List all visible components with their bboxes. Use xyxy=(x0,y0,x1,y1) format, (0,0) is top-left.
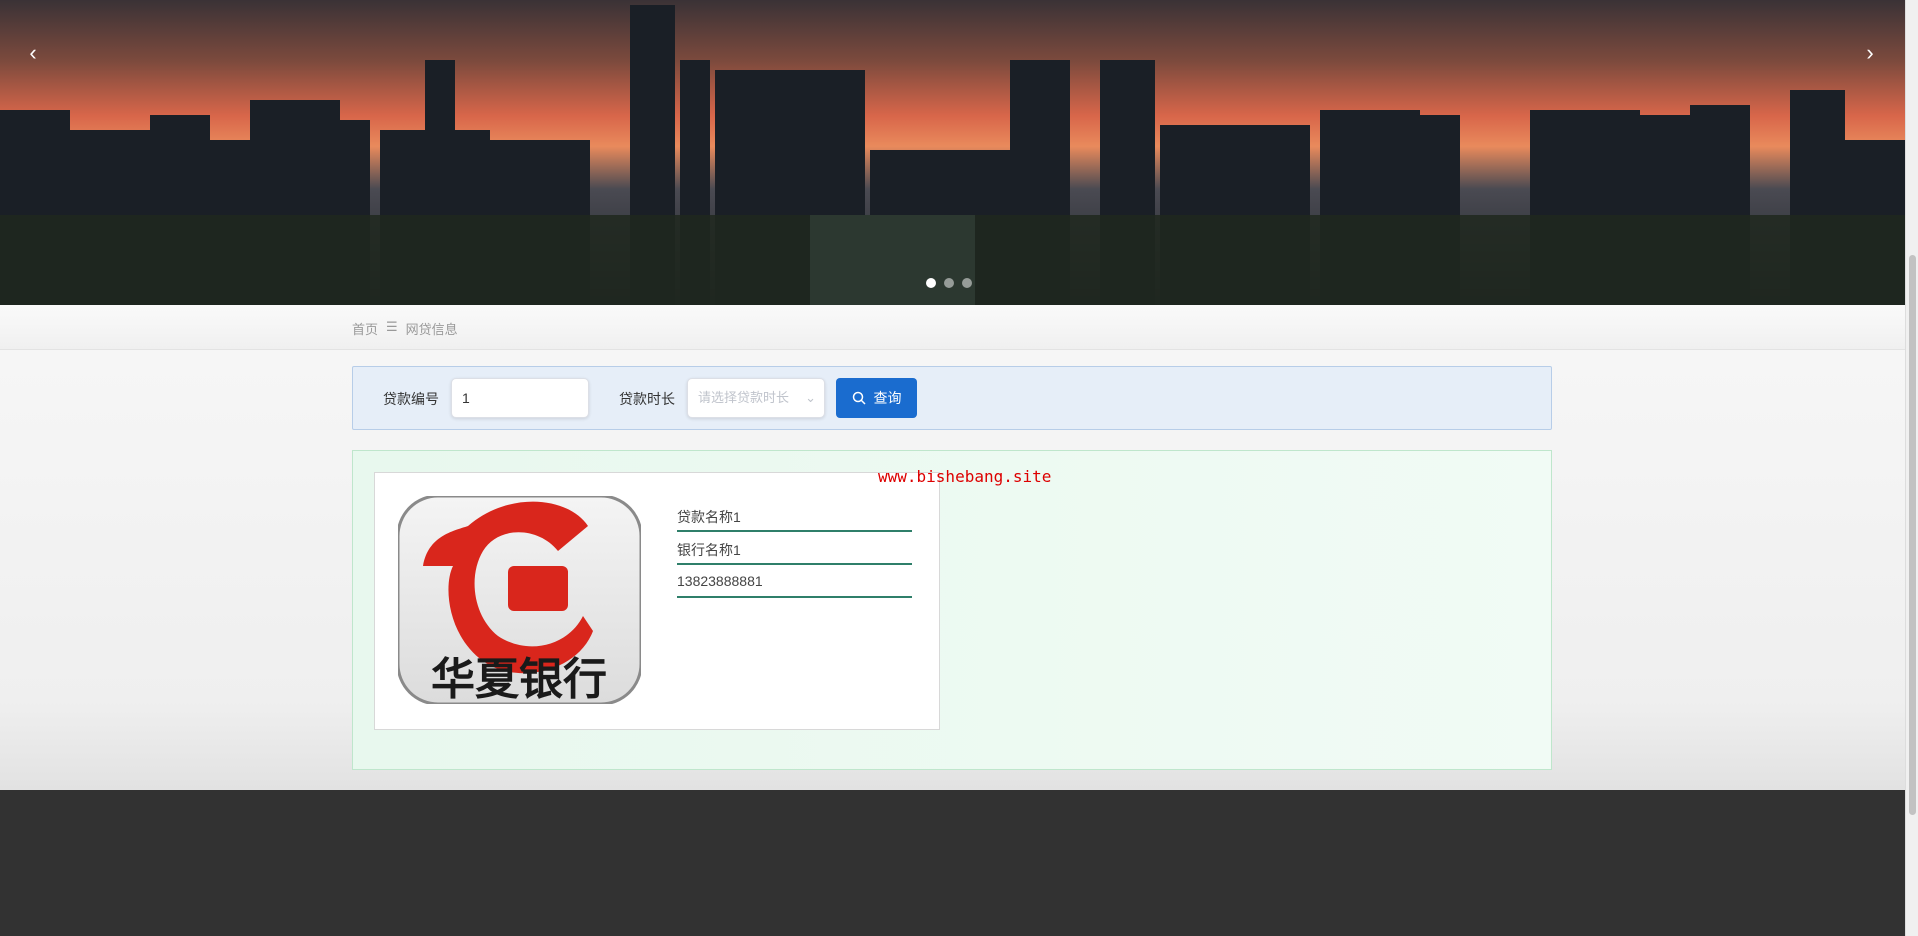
carousel-dot[interactable] xyxy=(944,278,954,288)
scrollbar-thumb[interactable] xyxy=(1909,255,1916,815)
city-skyline-image xyxy=(0,5,1905,305)
breadcrumb-bar: 首页 ☰ 网贷信息 xyxy=(0,305,1905,350)
query-button[interactable]: 查询 xyxy=(836,378,917,418)
query-button-label: 查询 xyxy=(873,390,902,406)
carousel-next-button[interactable]: › xyxy=(1855,40,1885,70)
results-list: 华夏银行 贷款名称1 银行名称1 13823888881 xyxy=(352,450,1552,770)
phone-number: 13823888881 xyxy=(677,565,912,598)
search-icon xyxy=(852,391,866,405)
breadcrumb-separator-icon: ☰ xyxy=(386,319,398,334)
carousel-prev-button[interactable]: ‹ xyxy=(18,40,48,70)
loan-id-input[interactable]: 1 xyxy=(451,378,589,418)
bank-name: 银行名称1 xyxy=(677,532,912,565)
duration-label: 贷款时长 xyxy=(619,391,675,407)
carousel-dot[interactable] xyxy=(962,278,972,288)
loan-id-label: 贷款编号 xyxy=(383,391,439,407)
duration-select[interactable]: 请选择贷款时长 ⌄ xyxy=(687,378,825,418)
footer xyxy=(0,790,1905,936)
page-scrollbar[interactable] xyxy=(1905,0,1918,936)
breadcrumb-current: 网贷信息 xyxy=(405,322,458,337)
search-form: 贷款编号 1 贷款时长 请选择贷款时长 ⌄ 查询 xyxy=(352,366,1552,430)
watermark: www.bishebang.site xyxy=(878,467,1052,486)
bank-logo-image: 华夏银行 xyxy=(398,496,641,704)
duration-placeholder: 请选择贷款时长 xyxy=(698,390,790,405)
logo-text: 华夏银行 xyxy=(431,654,607,704)
loan-card[interactable]: 华夏银行 贷款名称1 银行名称1 13823888881 xyxy=(374,472,940,730)
breadcrumb: 首页 ☰ 网贷信息 xyxy=(352,319,458,338)
breadcrumb-home[interactable]: 首页 xyxy=(352,319,378,338)
loan-name: 贷款名称1 xyxy=(677,499,912,532)
carousel-indicators xyxy=(926,278,972,288)
banner-carousel[interactable]: ‹ › xyxy=(0,0,1905,305)
carousel-dot[interactable] xyxy=(926,278,936,288)
chevron-down-icon: ⌄ xyxy=(805,390,816,405)
